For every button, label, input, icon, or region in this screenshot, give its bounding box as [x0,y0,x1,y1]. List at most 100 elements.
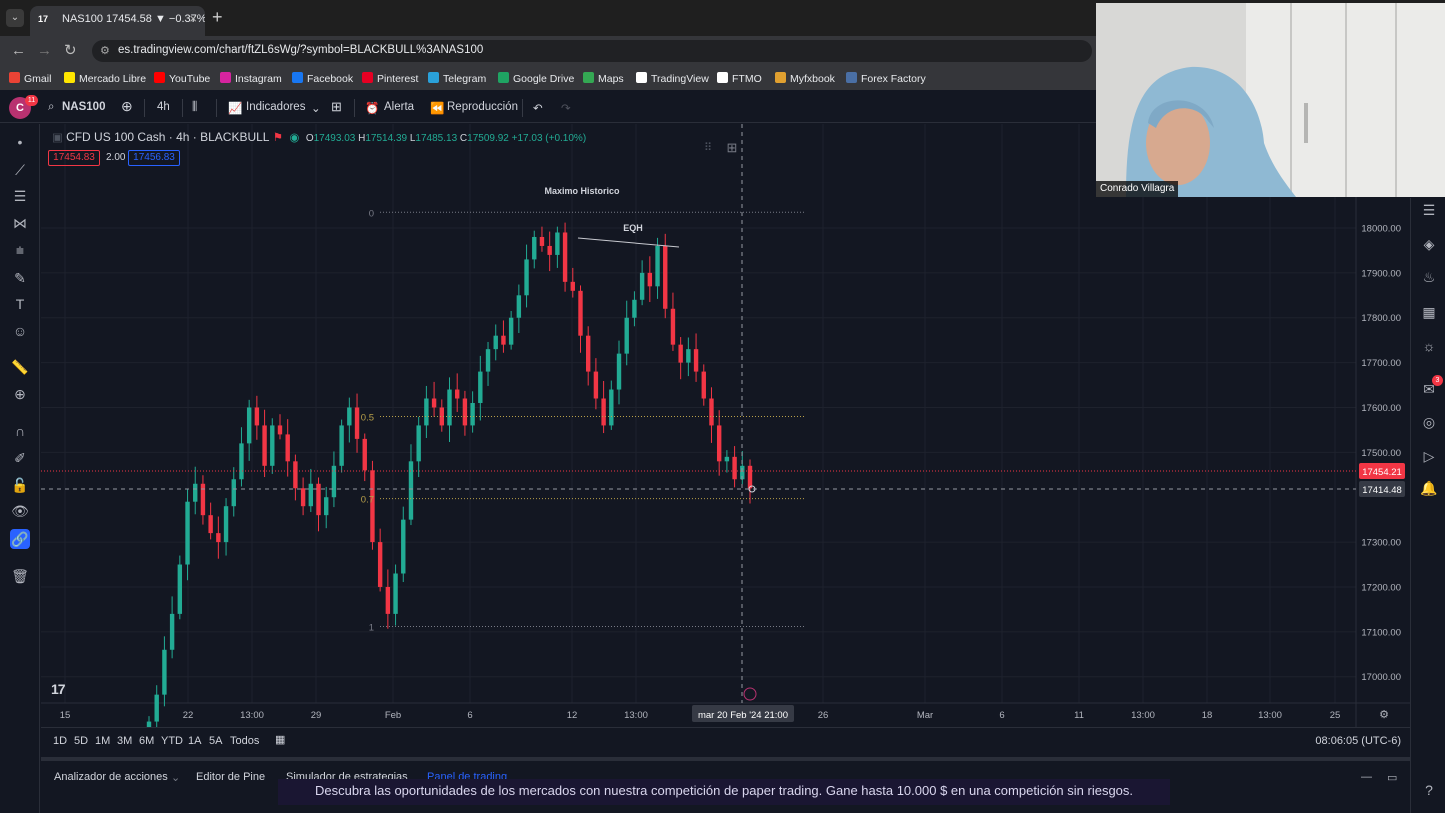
range-6m[interactable]: 6M [139,735,154,747]
help-icon[interactable]: ? [1419,780,1439,800]
tab-pine-editor[interactable]: Editor de Pine [196,771,265,783]
candle-body [601,398,606,426]
range-1a[interactable]: 1A [188,735,201,747]
timezone-clock[interactable]: 08:06:05 (UTC-6) [1315,735,1401,747]
alert-clock-icon[interactable]: ⏰ [365,101,379,115]
y-tick-label: 17100.00 [1361,627,1401,638]
candle-body [716,425,722,462]
bookmark-youtube[interactable]: YouTube [154,72,210,85]
notifications-bell-icon[interactable]: 🔔 [1419,478,1439,498]
indicators-chevron-icon[interactable]: ⌄ [311,101,321,115]
candle-type-icon[interactable]: ⫼ [192,101,197,114]
fib-levels-icon[interactable]: ☰ [10,186,30,206]
bookmark-mercado-libre[interactable]: Mercado Libre [64,72,146,85]
forward-arrow-icon[interactable]: → [37,42,52,60]
candle-body [701,371,706,399]
browser-tab[interactable]: 17 NAS100 17454.58 ▼ −0.37% Si × [30,6,205,36]
bookmark-instagram[interactable]: Instagram [220,72,282,85]
trash-icon[interactable]: 🗑 [10,566,30,586]
reload-icon[interactable]: ↻ [64,42,77,60]
layers-icon[interactable]: ◈ [1419,234,1439,254]
calendar-icon[interactable]: ▦ [1419,302,1439,322]
undo-icon[interactable]: ↶ [533,101,543,115]
bookmark-ftmo[interactable]: FTMO [717,72,762,85]
indicators-icon[interactable]: 📈 [228,101,242,115]
x-tick-label: 13:00 [1258,710,1282,721]
brush-icon[interactable]: ✎ [10,268,30,288]
bookmark-label: FTMO [732,73,762,85]
redo-icon[interactable]: ↷ [561,101,571,115]
bookmark-pinterest[interactable]: Pinterest [362,72,418,85]
pattern-icon[interactable]: ⋈ [10,213,30,233]
screener-chevron-icon[interactable]: ⌄ [171,771,180,784]
replay-icon[interactable]: ⏪ [430,101,444,115]
magnet-icon[interactable]: ∩ [10,421,30,441]
templates-grid-icon[interactable]: ⊞ [331,99,342,115]
minimize-panel-icon[interactable]: — [1361,771,1372,783]
bookmark-forex-factory[interactable]: Forex Factory [846,72,926,85]
cursor-dot-icon[interactable]: • [10,132,30,152]
forecast-icon[interactable]: ⩧ [10,240,30,260]
compare-plus-icon[interactable]: ⊕ [121,98,133,115]
range-1d[interactable]: 1D [53,735,67,747]
symbol-search-icon[interactable]: ⌕ [48,101,54,114]
link-icon[interactable]: 🔗 [10,529,30,549]
range-3m[interactable]: 3M [117,735,132,747]
candle-body [686,349,691,363]
new-tab-plus-icon[interactable]: + [212,8,223,26]
fib-level-label: 1 [369,622,374,633]
y-tick-label: 17900.00 [1361,268,1401,279]
zoom-in-icon[interactable]: ⊕ [10,384,30,404]
bookmark-myfxbook[interactable]: Myfxbook [775,72,835,85]
bookmark-gmail[interactable]: Gmail [9,72,51,85]
broadcast-icon[interactable]: ▷ [1419,446,1439,466]
bookmark-telegram[interactable]: Telegram [428,72,486,85]
telegram-icon [428,72,439,83]
interval-button[interactable]: 4h [157,101,170,113]
candle-body [339,425,344,466]
buy-button[interactable]: 17456.83 [128,150,180,166]
tab-stock-screener[interactable]: Analizador de acciones [54,771,168,783]
url-field[interactable]: ⚙ es.tradingview.com/chart/ftZL6sWg/?sym… [92,40,1092,62]
symbol-search-button[interactable]: NAS100 [62,101,105,113]
tab-close-icon[interactable]: × [189,11,197,26]
drag-handle-icon[interactable]: ⠿ [702,139,714,157]
range-todos[interactable]: Todos [230,735,259,747]
back-arrow-icon[interactable]: ← [11,42,26,60]
range-5a[interactable]: 5A [209,735,222,747]
bookmark-tradingview[interactable]: TradingView [636,72,709,85]
ideas-bulb-icon[interactable]: ☼ [1419,336,1439,356]
legend-title[interactable]: CFD US 100 Cash · 4h · BLACKBULL [66,130,269,144]
trendline-icon[interactable]: ⟋ [10,160,30,180]
bookmark-facebook[interactable]: Facebook [292,72,353,85]
bookmark-maps[interactable]: Maps [583,72,624,85]
eye-icon[interactable]: 👁 [10,501,30,521]
sell-button[interactable]: 17454.83 [48,150,100,166]
alert-button[interactable]: Alerta [384,101,414,113]
site-info-icon[interactable]: ⚙ [100,44,110,57]
goto-date-calendar-icon[interactable]: ▦ [275,733,285,746]
range-ytd[interactable]: YTD [161,735,183,747]
price-chart[interactable]: 0 0.5 0.7 1 Maximo Historico EQH 18000.00 17900… [41,124,1410,727]
indicators-button[interactable]: Indicadores [246,101,305,113]
lock-icon[interactable]: 🔓 [10,475,30,495]
candle-body [663,245,668,309]
replay-button[interactable]: Reproducción [447,101,518,113]
chart-settings-gear-icon[interactable]: ⚙ [1379,708,1389,721]
maximize-panel-icon[interactable]: ▭ [1387,771,1397,784]
emoji-icon[interactable]: ☺ [10,321,30,341]
range-5d[interactable]: 5D [74,735,88,747]
pencil-lock-icon[interactable]: ✐ [10,448,30,468]
tab-search-chevron-icon[interactable]: ⌄ [6,9,24,27]
ruler-icon[interactable]: 📏 [10,357,30,377]
watchlist-icon[interactable]: ☰ [1419,200,1439,220]
candle-body [508,317,514,345]
candle-body [254,407,260,426]
object-tree-icon[interactable]: ⊞ [722,139,742,157]
text-tool-icon[interactable]: T [10,294,30,314]
candle-body [747,465,753,489]
streams-icon[interactable]: ◎ [1419,412,1439,432]
range-1m[interactable]: 1M [95,735,110,747]
bookmark-google-drive[interactable]: Google Drive [498,72,574,85]
hotlist-flame-icon[interactable]: ♨ [1419,267,1439,287]
